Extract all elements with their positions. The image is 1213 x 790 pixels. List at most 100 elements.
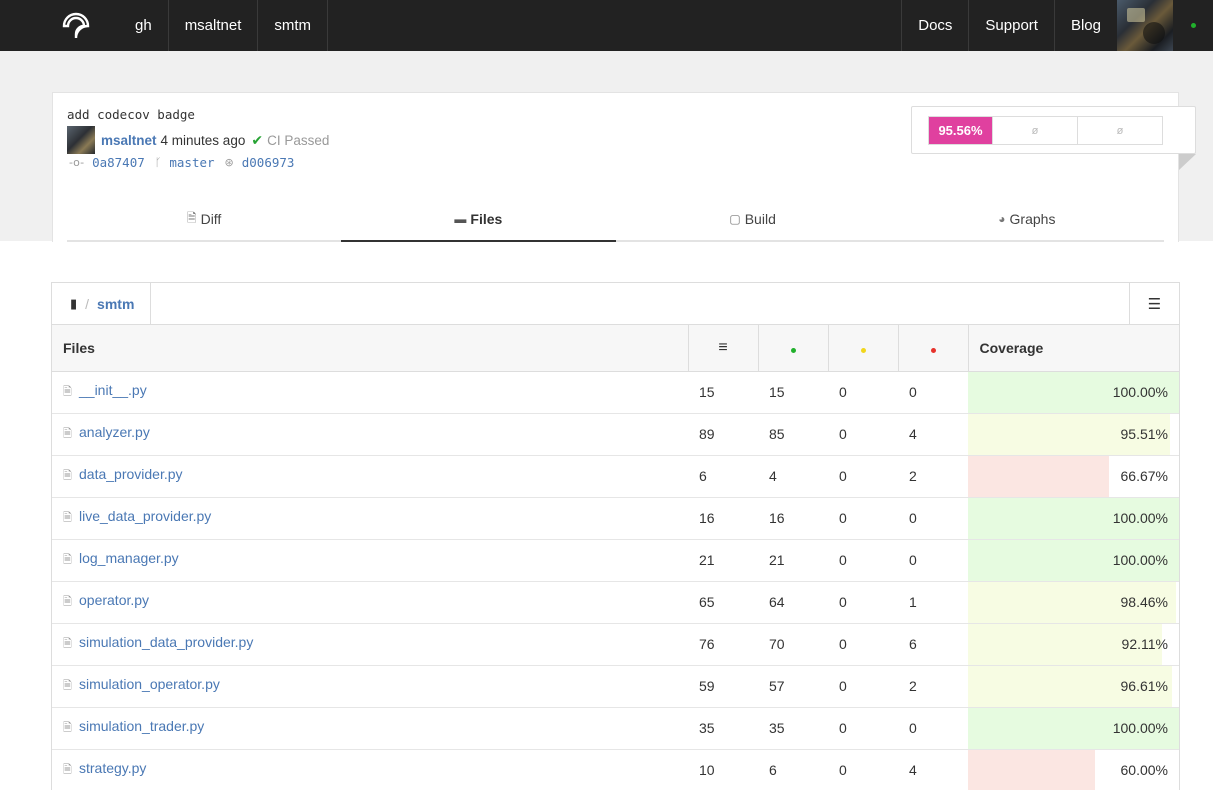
hit-dot-icon bbox=[790, 347, 796, 353]
hits-cell: 70 bbox=[758, 623, 828, 666]
partials-cell: 0 bbox=[828, 371, 898, 414]
tab-graphs[interactable]: ◕ Graphs bbox=[890, 198, 1164, 240]
hits-cell: 6 bbox=[758, 749, 828, 790]
hits-cell: 21 bbox=[758, 539, 828, 582]
coverage-cell: 100.00% bbox=[968, 707, 1179, 750]
tab-diff[interactable]: 🗎 Diff bbox=[67, 198, 341, 240]
column-header-misses[interactable] bbox=[897, 325, 968, 372]
branch-link[interactable]: master bbox=[169, 155, 214, 170]
hits-cell: 35 bbox=[758, 707, 828, 750]
misses-cell: 6 bbox=[898, 623, 968, 666]
column-header-partials[interactable] bbox=[827, 325, 898, 372]
commit-icon: -o- bbox=[69, 156, 85, 169]
column-header-coverage[interactable]: Coverage bbox=[967, 325, 1179, 372]
file-icon: 🗎 bbox=[63, 470, 72, 482]
file-link[interactable]: live_data_provider.py bbox=[79, 508, 211, 524]
list-view-toggle-icon[interactable]: ☰ bbox=[1129, 283, 1179, 324]
table-row: 🗎 simulation_operator.py 59 57 0 2 96.61% bbox=[52, 665, 1179, 708]
file-link[interactable]: analyzer.py bbox=[79, 424, 150, 440]
coverage-cell: 98.46% bbox=[968, 581, 1179, 624]
file-link[interactable]: simulation_operator.py bbox=[79, 676, 220, 692]
breadcrumb-repo-link[interactable]: smtm bbox=[97, 296, 134, 312]
lines-cell: 15 bbox=[688, 371, 758, 414]
file-link[interactable]: simulation_data_provider.py bbox=[79, 634, 253, 650]
file-link[interactable]: strategy.py bbox=[79, 760, 146, 776]
coverage-diff-badge[interactable]: ø bbox=[1077, 117, 1162, 144]
coverage-percentage: 96.61% bbox=[1120, 678, 1168, 694]
hits-cell: 15 bbox=[758, 371, 828, 414]
pie-chart-icon: ◕ bbox=[998, 212, 1006, 226]
user-avatar[interactable] bbox=[1117, 0, 1173, 51]
nav-blog-link[interactable]: Blog bbox=[1053, 0, 1117, 51]
lines-cell: 59 bbox=[688, 665, 758, 708]
coverage-percentage-badge[interactable]: 95.56% bbox=[929, 117, 992, 144]
coverage-percentage: 100.00% bbox=[1112, 510, 1168, 526]
file-icon: 🗎 bbox=[63, 428, 72, 440]
tab-files-label: Files bbox=[470, 211, 503, 227]
coverage-cell: 95.51% bbox=[968, 413, 1179, 456]
misses-cell: 4 bbox=[898, 749, 968, 790]
coverage-percentage: 66.67% bbox=[1120, 468, 1168, 484]
commit-message: add codecov badge bbox=[67, 107, 195, 122]
files-table: Files ≡ Coverage 🗎 __init__.py 15 15 0 0 100.0… bbox=[52, 325, 1179, 790]
nav-service-gh[interactable]: gh bbox=[119, 0, 168, 51]
commit-author-link[interactable]: msaltnet bbox=[101, 133, 157, 148]
commit-id-link[interactable]: 0a87407 bbox=[92, 155, 145, 170]
file-icon: 🗎 bbox=[63, 680, 72, 692]
coverage-percentage: 98.46% bbox=[1120, 594, 1168, 610]
file-link[interactable]: data_provider.py bbox=[79, 466, 183, 482]
coverage-change-badge[interactable]: ø bbox=[992, 117, 1077, 144]
lines-cell: 65 bbox=[688, 581, 758, 624]
file-link[interactable]: __init__.py bbox=[79, 382, 147, 398]
repo-book-icon: ▮ bbox=[70, 295, 78, 311]
partials-cell: 0 bbox=[828, 539, 898, 582]
file-icon: 🗎 bbox=[63, 386, 72, 398]
file-link[interactable]: operator.py bbox=[79, 592, 149, 608]
coverage-cell: 96.61% bbox=[968, 665, 1179, 708]
commit-time: 4 minutes ago bbox=[160, 132, 246, 148]
file-cell: 🗎 log_manager.py bbox=[52, 539, 688, 582]
file-icon: 🗎 bbox=[63, 554, 72, 566]
table-row: 🗎 simulation_trader.py 35 35 0 0 100.00% bbox=[52, 707, 1179, 750]
file-icon: 🗎 bbox=[63, 596, 72, 608]
column-header-files[interactable]: Files bbox=[52, 325, 688, 372]
partials-cell: 0 bbox=[828, 455, 898, 498]
column-header-hits[interactable] bbox=[757, 325, 828, 372]
codecov-logo-icon[interactable] bbox=[61, 0, 119, 51]
file-link[interactable]: log_manager.py bbox=[79, 550, 179, 566]
table-header-row: Files ≡ Coverage bbox=[52, 325, 1179, 372]
table-row: 🗎 live_data_provider.py 16 16 0 0 100.00% bbox=[52, 497, 1179, 540]
file-cell: 🗎 analyzer.py bbox=[52, 413, 688, 456]
tab-files[interactable]: ▬ Files bbox=[341, 198, 616, 242]
coverage-percentage: 100.00% bbox=[1112, 720, 1168, 736]
misses-cell: 0 bbox=[898, 707, 968, 750]
nav-owner-msaltnet[interactable]: msaltnet bbox=[167, 0, 258, 51]
tab-graphs-label: Graphs bbox=[1009, 211, 1056, 227]
misses-cell: 4 bbox=[898, 413, 968, 456]
coverage-cell: 66.67% bbox=[968, 455, 1179, 498]
hits-cell: 4 bbox=[758, 455, 828, 498]
breadcrumb-separator: / bbox=[85, 295, 90, 312]
column-header-lines[interactable]: ≡ bbox=[687, 325, 758, 372]
tab-build[interactable]: ▢ Build bbox=[616, 198, 890, 240]
lines-cell: 21 bbox=[688, 539, 758, 582]
table-row: 🗎 strategy.py 10 6 0 4 60.00% bbox=[52, 749, 1179, 790]
lines-cell: 89 bbox=[688, 413, 758, 456]
lines-cell: 16 bbox=[688, 497, 758, 540]
misses-cell: 2 bbox=[898, 455, 968, 498]
nav-support-link[interactable]: Support bbox=[968, 0, 1054, 51]
parent-commit-link[interactable]: d006973 bbox=[242, 155, 295, 170]
file-icon: 🗎 bbox=[63, 512, 72, 524]
file-cell: 🗎 strategy.py bbox=[52, 749, 688, 790]
partials-cell: 0 bbox=[828, 497, 898, 540]
file-link[interactable]: simulation_trader.py bbox=[79, 718, 204, 734]
file-cell: 🗎 simulation_data_provider.py bbox=[52, 623, 688, 666]
table-row: 🗎 __init__.py 15 15 0 0 100.00% bbox=[52, 371, 1179, 414]
coverage-summary: 95.56% ø ø bbox=[911, 106, 1196, 154]
hits-cell: 16 bbox=[758, 497, 828, 540]
nav-docs-link[interactable]: Docs bbox=[901, 0, 968, 51]
table-row: 🗎 simulation_data_provider.py 76 70 0 6 92.11% bbox=[52, 623, 1179, 666]
commit-tabs: 🗎 Diff ▬ Files ▢ Build ◕ Graphs bbox=[67, 198, 1164, 242]
nav-repo-smtm[interactable]: smtm bbox=[257, 0, 329, 51]
lines-icon: ≡ bbox=[718, 338, 728, 356]
